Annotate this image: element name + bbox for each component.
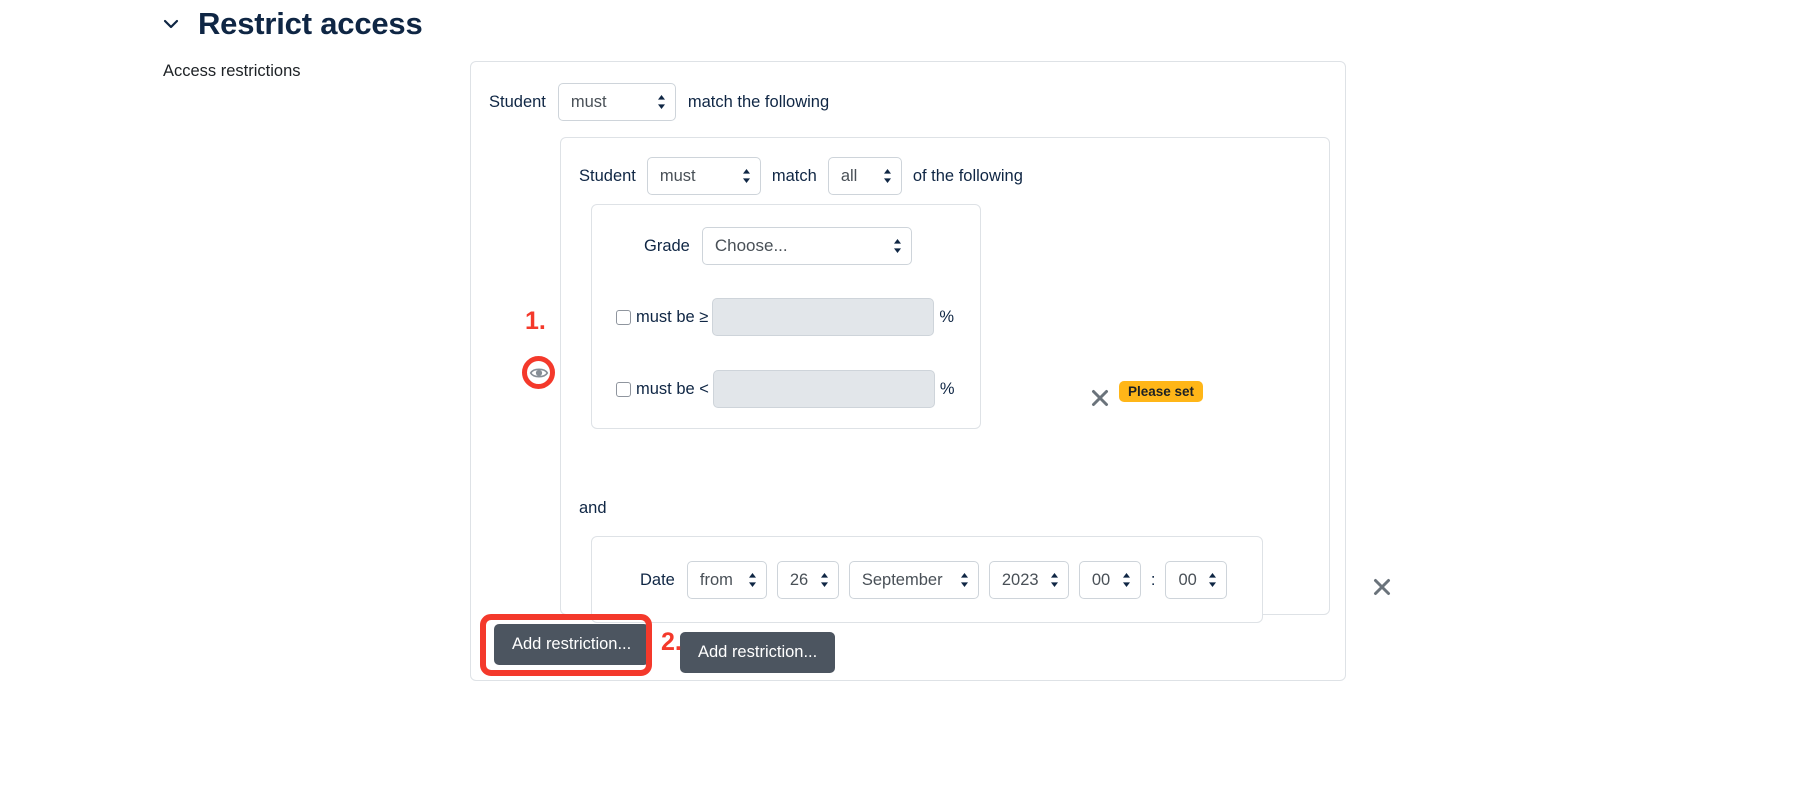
annotation-step-two: 2. xyxy=(661,628,682,656)
restrict-access-outer-card: Student must match the following Student… xyxy=(470,61,1390,681)
chevron-down-icon[interactable] xyxy=(160,13,182,35)
close-icon[interactable] xyxy=(1089,387,1111,409)
select-arrows-icon xyxy=(820,572,829,588)
date-condition-card: Date from 26 September 2023 00: 00 xyxy=(591,536,1263,623)
section-header[interactable]: Restrict access xyxy=(160,6,423,42)
select-arrows-icon xyxy=(1122,572,1131,588)
grade-label: Grade xyxy=(644,236,690,255)
select-arrows-icon xyxy=(1050,572,1059,588)
grade-min-checkbox[interactable] xyxy=(616,309,631,325)
group-match-label: match xyxy=(771,166,817,185)
date-direction-select[interactable]: from xyxy=(686,561,767,599)
condition-operator-label: and xyxy=(579,499,607,517)
date-hour-select[interactable]: 00 xyxy=(1078,561,1141,599)
group-quantifier-value: all xyxy=(840,166,858,185)
date-minute-value: 00 xyxy=(1178,570,1197,589)
top-subject-label: Student xyxy=(489,92,546,111)
date-direction-value: from xyxy=(699,570,733,589)
grade-max-label: must be < xyxy=(636,379,709,398)
group-quantifier-select[interactable]: all xyxy=(827,157,902,195)
grade-min-input[interactable] xyxy=(712,298,935,336)
eye-visible-icon[interactable] xyxy=(522,356,555,389)
top-operator-value: must xyxy=(570,92,607,111)
date-month-select[interactable]: September xyxy=(848,561,979,599)
date-minute-select[interactable]: 00 xyxy=(1165,561,1228,599)
add-restriction-outer-button[interactable]: Add restriction... xyxy=(494,624,650,665)
group-subject-label: Student xyxy=(579,166,636,185)
top-operator-select[interactable]: must xyxy=(557,83,676,121)
date-day-select[interactable]: 26 xyxy=(776,561,839,599)
grade-max-row: must be < % xyxy=(616,370,955,408)
select-arrows-icon xyxy=(1208,572,1217,588)
group-operator-value: must xyxy=(659,166,696,185)
date-year-value: 2023 xyxy=(1001,570,1039,589)
page-title: Restrict access xyxy=(198,6,423,41)
top-suffix-label: match the following xyxy=(687,92,830,111)
date-year-select[interactable]: 2023 xyxy=(988,561,1069,599)
grade-max-unit: % xyxy=(939,379,955,398)
select-arrows-icon xyxy=(960,572,969,588)
select-arrows-icon xyxy=(748,572,757,588)
group-suffix-label: of the following xyxy=(912,166,1023,185)
condition-group-card: Student must match all of the following … xyxy=(560,137,1390,673)
date-month-value: September xyxy=(861,570,943,589)
select-arrows-icon xyxy=(883,168,892,184)
grade-item-select[interactable]: Choose... xyxy=(701,227,912,265)
add-restriction-inner-button[interactable]: Add restriction... xyxy=(680,632,836,673)
grade-min-row: must be ≥ % xyxy=(616,298,954,336)
time-separator: : xyxy=(1150,570,1156,589)
grade-select-row: Grade Choose... xyxy=(644,227,912,265)
date-hour-value: 00 xyxy=(1091,570,1111,589)
grade-max-checkbox[interactable] xyxy=(616,381,631,397)
select-arrows-icon xyxy=(893,238,902,254)
grade-min-label: must be ≥ xyxy=(636,307,709,326)
select-arrows-icon xyxy=(742,168,751,184)
eye-glyph xyxy=(529,363,548,382)
grade-item-value: Choose... xyxy=(714,236,788,255)
grade-max-input[interactable] xyxy=(712,370,935,408)
group-operator-select[interactable]: must xyxy=(646,157,761,195)
grade-condition-card: Grade Choose... must be ≥ % must be < % xyxy=(591,204,981,429)
annotation-step-one: 1. xyxy=(525,307,546,335)
select-arrows-icon xyxy=(657,94,666,110)
top-condition-row: Student must match the following xyxy=(489,83,829,121)
grade-min-unit: % xyxy=(939,307,955,326)
date-condition-row: Date from 26 September 2023 00: 00 xyxy=(640,561,1228,599)
date-label: Date xyxy=(640,570,675,589)
access-restrictions-label: Access restrictions xyxy=(163,62,301,80)
group-condition-row: Student must match all of the following xyxy=(579,157,1023,195)
date-day-value: 26 xyxy=(789,570,809,589)
status-badge: Please set xyxy=(1119,381,1204,402)
close-icon[interactable] xyxy=(1371,576,1393,598)
